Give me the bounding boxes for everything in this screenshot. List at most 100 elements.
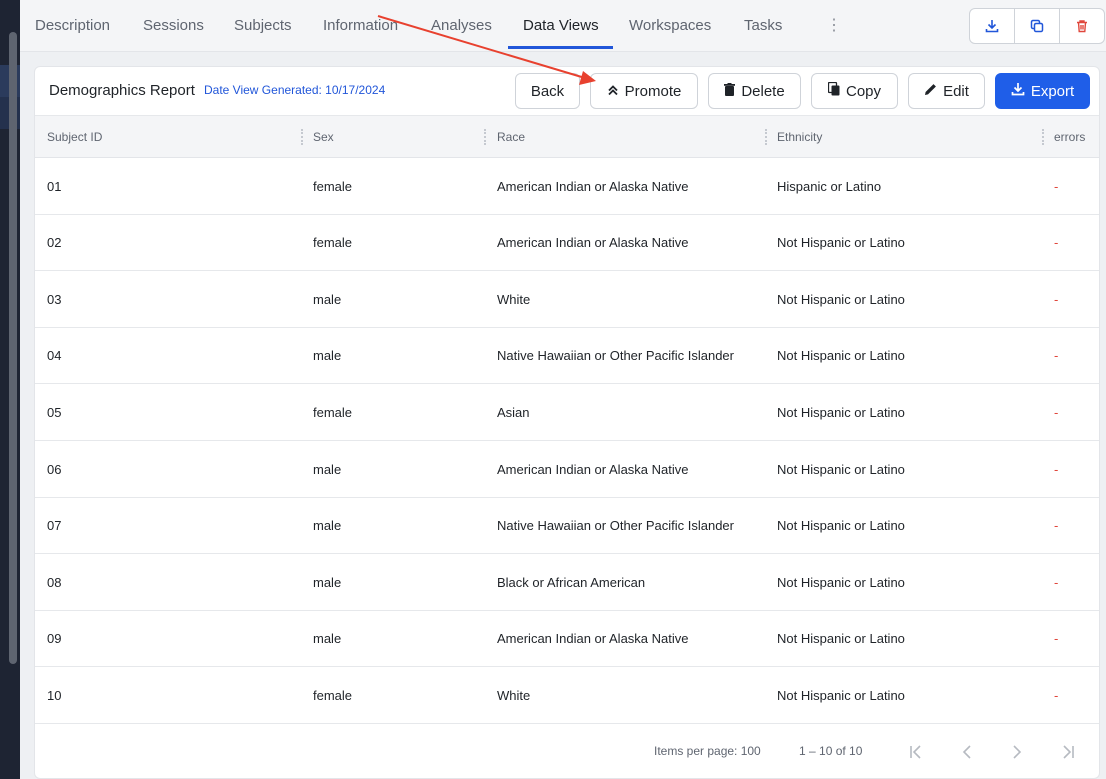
table-row[interactable]: 06 male American Indian or Alaska Native No… [35, 441, 1099, 498]
cell-errors: - [1054, 518, 1059, 533]
table-row[interactable]: 04 male Native Hawaiian or Other Pacific I… [35, 328, 1099, 384]
cell-sex: male [313, 631, 342, 646]
cell-ethnicity: Not Hispanic or Latino [777, 405, 905, 420]
delete-label: Delete [741, 82, 785, 100]
column-header-subject-id[interactable]: Subject ID [47, 116, 102, 158]
cell-errors: - [1054, 462, 1059, 477]
cell-subject-id: 09 [47, 631, 62, 646]
cell-ethnicity: Hispanic or Latino [777, 179, 882, 194]
tab-tasks[interactable]: Tasks [744, 0, 782, 50]
cell-subject-id: 03 [47, 292, 62, 307]
cell-race: White [497, 688, 531, 703]
trash-icon[interactable] [1060, 9, 1104, 43]
cell-sex: male [313, 575, 342, 590]
cell-race: American Indian or Alaska Native [497, 179, 689, 194]
cell-subject-id: 08 [47, 575, 62, 590]
column-resize-handle[interactable] [301, 129, 303, 145]
more-tabs-icon[interactable]: ⋮ [826, 16, 842, 36]
download-icon[interactable] [970, 9, 1015, 43]
table-row[interactable]: 03 male White Not Hispanic or Latino - [35, 271, 1099, 328]
column-header-sex[interactable]: Sex [313, 116, 334, 158]
cell-race: Asian [497, 405, 530, 420]
table-header: Subject ID Sex Race Ethnicity errors [35, 115, 1099, 158]
tab-data-views[interactable]: Data Views [523, 0, 599, 50]
items-per-page[interactable]: Items per page: 100 [654, 744, 761, 758]
cell-errors: - [1054, 292, 1059, 307]
table-row[interactable]: 02 female American Indian or Alaska Native… [35, 215, 1099, 271]
column-resize-handle[interactable] [765, 129, 767, 145]
tab-workspaces[interactable]: Workspaces [629, 0, 711, 50]
tab-sessions[interactable]: Sessions [143, 0, 204, 50]
data-view-card: Demographics Report Date View Generated:… [34, 66, 1100, 779]
cell-ethnicity: Not Hispanic or Latino [777, 462, 905, 477]
cell-sex: female [313, 235, 353, 250]
cell-errors: - [1054, 235, 1059, 250]
cell-sex: female [313, 179, 353, 194]
first-page-icon[interactable] [906, 742, 926, 762]
cell-subject-id: 06 [47, 462, 62, 477]
cell-subject-id: 04 [47, 348, 62, 363]
table-row[interactable]: 05 female Asian Not Hispanic or Latino - [35, 384, 1099, 441]
cell-errors: - [1054, 179, 1059, 194]
cell-subject-id: 07 [47, 518, 62, 533]
cell-subject-id: 10 [47, 688, 62, 703]
cell-ethnicity: Not Hispanic or Latino [777, 235, 905, 250]
previous-page-icon[interactable] [957, 742, 977, 762]
copy-button[interactable]: Copy [811, 73, 898, 109]
cell-race: White [497, 292, 531, 307]
back-button[interactable]: Back [515, 73, 580, 109]
cell-ethnicity: Not Hispanic or Latino [777, 518, 905, 533]
cell-ethnicity: Not Hispanic or Latino [777, 348, 905, 363]
sidebar-scrollbar[interactable] [9, 32, 17, 664]
cell-errors: - [1054, 348, 1059, 363]
cell-race: Black or African American [497, 575, 646, 590]
table-row[interactable]: 01 female American Indian or Alaska Native… [35, 158, 1099, 215]
duplicate-icon[interactable] [1015, 9, 1060, 43]
promote-button[interactable]: Promote [590, 73, 698, 109]
tab-subjects[interactable]: Subjects [234, 0, 292, 50]
generated-date: Date View Generated: 10/17/2024 [204, 83, 386, 97]
cell-subject-id: 01 [47, 179, 62, 194]
report-title: Demographics Report [49, 82, 195, 99]
tab-bar: Description Sessions Subjects Informatio… [20, 0, 1106, 52]
active-tab-indicator [508, 46, 613, 49]
header-icon-group [969, 8, 1105, 44]
table-row[interactable]: 09 male American Indian or Alaska Native No… [35, 611, 1099, 667]
promote-label: Promote [624, 82, 682, 100]
table-row[interactable]: 07 male Native Hawaiian or Other Pacific I… [35, 498, 1099, 554]
cell-race: American Indian or Alaska Native [497, 462, 689, 477]
back-label: Back [530, 82, 565, 100]
cell-race: Native Hawaiian or Other Pacific Islande… [497, 348, 734, 363]
cell-sex: female [313, 688, 353, 703]
cell-ethnicity: Not Hispanic or Latino [777, 575, 905, 590]
pencil-icon [924, 83, 937, 100]
cell-sex: male [313, 518, 342, 533]
delete-button[interactable]: Delete [708, 73, 801, 109]
cell-sex: male [313, 462, 342, 477]
tab-information[interactable]: Information [323, 0, 398, 50]
column-header-errors[interactable]: errors [1054, 116, 1085, 158]
cell-race: American Indian or Alaska Native [497, 631, 689, 646]
next-page-icon[interactable] [1007, 742, 1027, 762]
cell-sex: male [313, 348, 342, 363]
column-resize-handle[interactable] [484, 129, 486, 145]
trash-icon [724, 82, 736, 100]
column-header-ethnicity[interactable]: Ethnicity [777, 116, 822, 158]
table-row[interactable]: 10 female White Not Hispanic or Latino - [35, 667, 1099, 724]
cell-sex: female [313, 405, 353, 420]
sidebar-edge [0, 0, 20, 779]
cell-subject-id: 05 [47, 405, 62, 420]
edit-button[interactable]: Edit [908, 73, 985, 109]
cell-ethnicity: Not Hispanic or Latino [777, 688, 905, 703]
table-row[interactable]: 08 male Black or African American Not Hispa… [35, 554, 1099, 611]
tab-analyses[interactable]: Analyses [431, 0, 492, 50]
page-range: 1 – 10 of 10 [799, 744, 863, 758]
cell-sex: male [313, 292, 342, 307]
last-page-icon[interactable] [1058, 742, 1078, 762]
export-button[interactable]: Export [995, 73, 1090, 109]
export-icon [1011, 82, 1025, 100]
tab-description[interactable]: Description [35, 0, 110, 50]
edit-label: Edit [943, 82, 969, 100]
column-header-race[interactable]: Race [497, 116, 525, 158]
column-resize-handle[interactable] [1042, 129, 1044, 145]
